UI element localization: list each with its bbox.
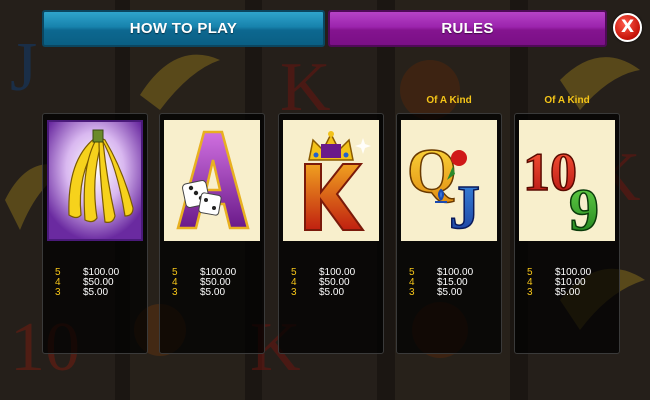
paytable-panel-ace: 5 $100.00 4 $50.00 3 $5.00: [159, 113, 265, 354]
svg-text:J: J: [449, 174, 480, 241]
payout-count: 3: [409, 287, 415, 298]
queen-jack-icon: Q J: [401, 120, 497, 241]
tab-how-to-play-label: HOW TO PLAY: [129, 20, 238, 37]
payout-count: 3: [55, 287, 61, 298]
payout-list: 5 $100.00 4 $10.00 3 $5.00: [527, 268, 617, 298]
panel-caption-of-a-kind: Of A Kind: [544, 95, 590, 106]
king-crown-icon: [283, 120, 379, 241]
banana-bunch-icon: [47, 120, 143, 241]
payout-row: 3 $5.00: [55, 288, 145, 298]
payout-list: 5 $100.00 4 $50.00 3 $5.00: [55, 268, 145, 298]
payout-count: 3: [527, 287, 533, 298]
payout-amount: $5.00: [437, 287, 463, 298]
tab-how-to-play[interactable]: HOW TO PLAY: [42, 10, 325, 47]
payout-list: 5 $100.00 4 $50.00 3 $5.00: [172, 268, 262, 298]
tab-rules[interactable]: RULES: [328, 10, 607, 47]
payout-list: 5 $100.00 4 $50.00 3 $5.00: [291, 268, 381, 298]
payout-list: 5 $100.00 4 $15.00 3 $5.00: [409, 268, 499, 298]
close-icon: X: [620, 17, 635, 37]
payout-count: 3: [172, 287, 178, 298]
payout-row: 3 $5.00: [291, 288, 381, 298]
svg-text:9: 9: [569, 177, 599, 241]
ace-dice-icon: [164, 120, 260, 241]
payout-amount: $5.00: [319, 287, 345, 298]
paytable-panel-king: 5 $100.00 4 $50.00 3 $5.00: [278, 113, 384, 354]
payout-row: 3 $5.00: [409, 288, 499, 298]
payout-amount: $5.00: [200, 287, 226, 298]
payout-count: 3: [291, 287, 297, 298]
close-button[interactable]: X: [613, 13, 642, 42]
paytable-panel-queen-jack: Q J 5 $100.00 4 $15.00 3 $5.00: [396, 113, 502, 354]
payout-amount: $5.00: [83, 287, 109, 298]
payout-row: 3 $5.00: [527, 288, 617, 298]
payout-row: 3 $5.00: [172, 288, 262, 298]
payout-amount: $5.00: [555, 287, 581, 298]
paytable-panel-ten-nine: 10 9 5 $100.00 4 $10.00 3 $5.00: [514, 113, 620, 354]
paytable-panel-banana: 5 $100.00 4 $50.00 3 $5.00: [42, 113, 148, 354]
tab-rules-label: RULES: [441, 20, 494, 37]
ten-nine-icon: 10 9: [519, 120, 615, 241]
panel-caption-of-a-kind: Of A Kind: [426, 95, 472, 106]
